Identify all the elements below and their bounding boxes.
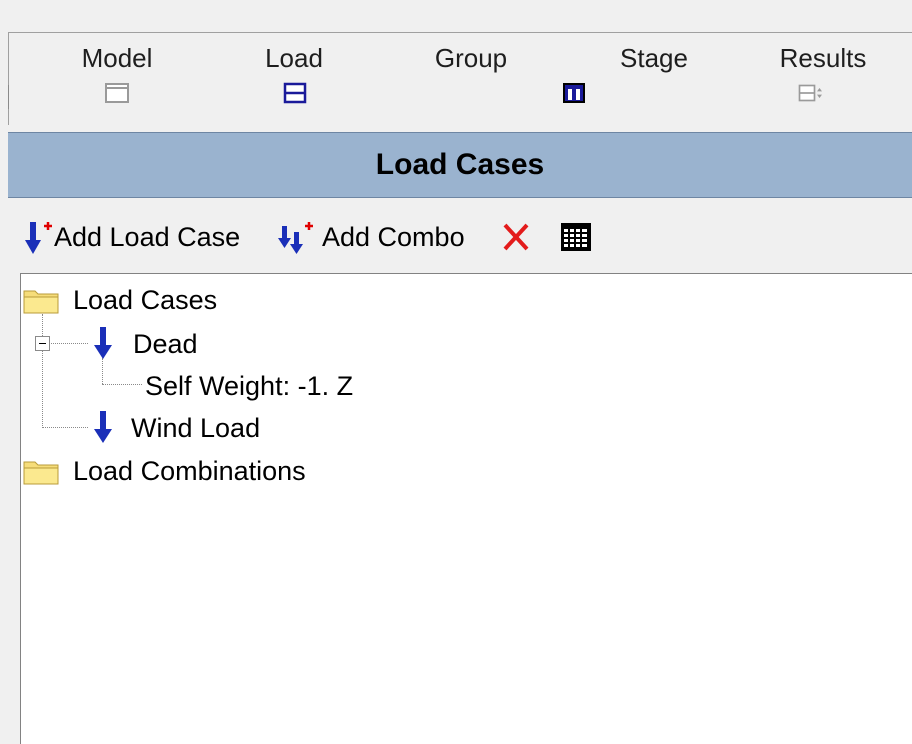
tree-connector [102,384,142,385]
tab-load-label: Load [265,43,323,73]
load-cases-tree[interactable]: Load Cases Dead Self Weight: -1. Z Wind … [20,273,912,744]
tree-item-label: Load Cases [73,284,218,315]
tab-group[interactable]: Group [423,41,585,116]
tree-item-label: Load Combinations [73,455,306,486]
tree-item-load-combinations[interactable]: Load Combinations [23,451,306,491]
collapse-toggle[interactable] [35,336,50,351]
tab-stage-label: Stage [620,43,688,73]
tree-item-self-weight[interactable]: Self Weight: -1. Z [145,366,353,406]
tab-model-label: Model [81,43,153,73]
table-grid-icon [561,223,591,251]
load-arrow-icon [94,327,112,359]
tab-load[interactable]: Load [256,41,332,116]
group-icon [563,83,585,103]
mode-bar-separator [8,85,9,109]
tab-model[interactable]: Model [67,41,167,116]
delete-x-icon [503,223,529,251]
folder-icon [23,461,59,485]
add-load-case-label: Add Load Case [54,221,241,252]
tab-group-label: Group [434,43,508,73]
tree-item-dead[interactable]: Dead [91,324,198,364]
load-arrow-icon [94,411,112,443]
tree-item-label: Dead [133,328,198,359]
tree-item-load-cases[interactable]: Load Cases [23,280,217,320]
mode-tab-bar: Model Load Group Stage Results [8,32,912,125]
add-combo-label: Add Combo [322,221,465,252]
tree-item-label: Wind Load [131,412,261,443]
add-load-case-icon [25,222,52,254]
add-combo-button[interactable]: Add Combo [278,214,465,260]
tree-connector [42,427,88,428]
panel-title: Load Cases [8,132,912,198]
load-cases-toolbar: Add Load Case Add Combo [8,208,912,264]
add-load-case-button[interactable]: Add Load Case [22,214,240,260]
tree-connector [42,314,43,426]
tree-item-label: Self Weight: -1. Z [145,370,354,401]
add-combo-icon [278,222,313,254]
delete-button[interactable] [500,214,532,260]
model-icon [105,83,129,103]
tab-results-label: Results [779,43,867,73]
tree-item-wind-load[interactable]: Wind Load [91,408,260,448]
results-icon [798,84,822,102]
load-cases-window: Model Load Group Stage Results Load Case… [0,0,912,744]
load-icon [283,82,307,104]
tab-stage[interactable]: Stage [609,41,699,116]
tab-results[interactable]: Results [773,41,873,116]
folder-icon [23,290,59,314]
table-view-button[interactable] [560,214,592,260]
